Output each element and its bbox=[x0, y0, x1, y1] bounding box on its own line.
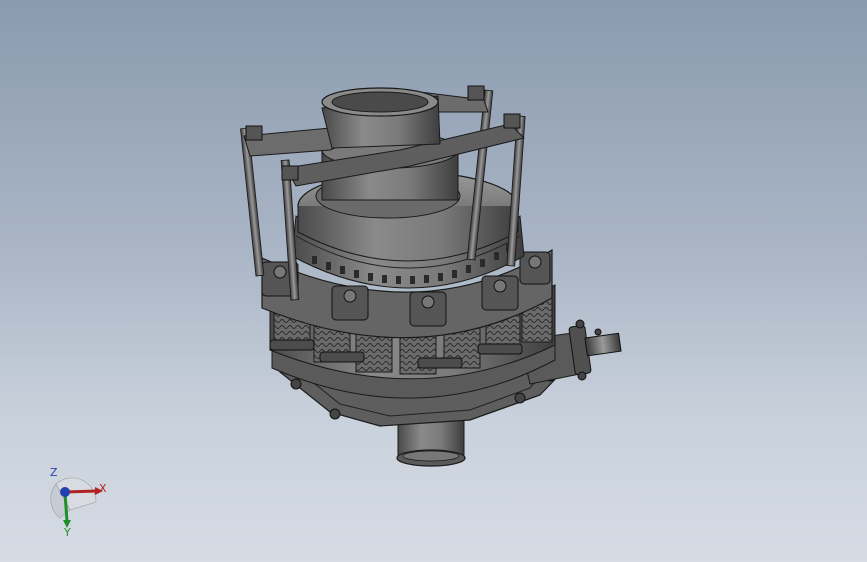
cone-crusher-model[interactable] bbox=[0, 0, 867, 562]
y-axis-label: Y bbox=[64, 526, 71, 539]
x-axis-label: X bbox=[99, 482, 107, 495]
graphics-viewport[interactable]: X Y Z bbox=[0, 0, 867, 562]
z-axis-dot bbox=[60, 487, 70, 497]
z-axis-label: Z bbox=[50, 466, 58, 479]
feed-hopper bbox=[321, 87, 441, 149]
